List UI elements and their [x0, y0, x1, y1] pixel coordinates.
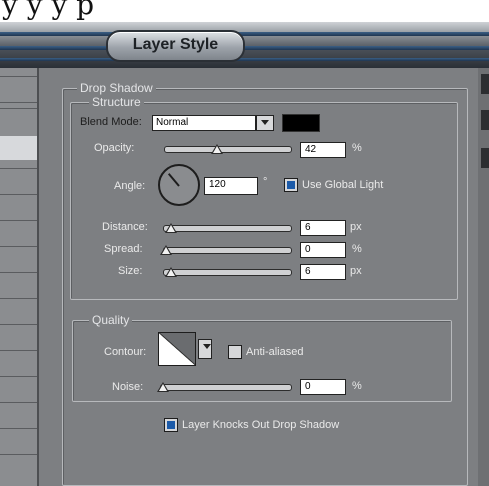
opacity-slider[interactable]: [164, 146, 292, 153]
anti-aliased-checkbox[interactable]: [228, 345, 242, 359]
window-titlebar: Layer Style: [0, 22, 489, 68]
size-label: Size:: [118, 265, 143, 277]
noise-label: Noise:: [112, 381, 144, 393]
anti-aliased-label[interactable]: Anti-aliased: [246, 346, 303, 358]
right-button-3[interactable]: [481, 148, 489, 168]
layer-knocks-out-label[interactable]: Layer Knocks Out Drop Shadow: [182, 419, 339, 431]
structure-title: Structure: [89, 95, 144, 109]
spread-slider[interactable]: [163, 247, 292, 254]
right-button-1[interactable]: [481, 74, 489, 94]
distance-input[interactable]: 6: [300, 220, 346, 236]
contour-dropdown-arrow-icon[interactable]: [198, 339, 212, 359]
blend-mode-label: Blend Mode:: [80, 116, 142, 128]
size-slider[interactable]: [163, 269, 292, 276]
drop-shadow-title: Drop Shadow: [77, 81, 156, 95]
blend-mode-select[interactable]: Normal: [152, 115, 256, 131]
distance-slider[interactable]: [163, 225, 292, 232]
spread-input[interactable]: 0: [300, 242, 346, 258]
angle-dial[interactable]: [158, 164, 200, 206]
noise-input[interactable]: 0: [300, 379, 346, 395]
angle-label: Angle:: [114, 180, 146, 192]
opacity-input[interactable]: 42: [300, 142, 346, 158]
use-global-light-checkbox[interactable]: [284, 178, 298, 192]
angle-dial-needle: [167, 173, 180, 187]
dialog-body: Drop Shadow Structure Blend Mode: Normal…: [0, 68, 489, 486]
blend-mode-value: Normal: [156, 117, 189, 128]
cropped-header-text: y y y p: [2, 0, 95, 21]
shadow-color-swatch[interactable]: [282, 114, 320, 132]
use-global-light-label[interactable]: Use Global Light: [302, 179, 383, 191]
styles-list-selected-item[interactable]: [0, 136, 37, 160]
opacity-unit: %: [352, 142, 362, 154]
spread-label: Spread:: [104, 243, 143, 255]
blend-mode-dropdown-arrow-icon[interactable]: [256, 115, 274, 131]
noise-slider[interactable]: [160, 384, 292, 391]
styles-list[interactable]: [0, 68, 39, 486]
quality-title: Quality: [89, 313, 133, 327]
right-buttons-panel: [478, 68, 489, 486]
window-title-pill: Layer Style: [106, 30, 245, 62]
cropped-header: y y y p: [0, 0, 489, 22]
layer-knocks-out-checkbox[interactable]: [164, 418, 178, 432]
distance-label: Distance:: [102, 221, 148, 233]
distance-unit: px: [350, 221, 362, 233]
size-unit: px: [350, 265, 362, 277]
window-title: Layer Style: [132, 36, 219, 53]
angle-unit: °: [263, 176, 268, 188]
noise-unit: %: [352, 380, 362, 392]
contour-preview[interactable]: [158, 332, 196, 366]
spread-unit: %: [352, 243, 362, 255]
right-button-2[interactable]: [481, 110, 489, 130]
size-input[interactable]: 6: [300, 264, 346, 280]
contour-label: Contour:: [104, 346, 147, 358]
angle-input[interactable]: 120: [204, 177, 258, 195]
opacity-label: Opacity:: [94, 142, 135, 154]
